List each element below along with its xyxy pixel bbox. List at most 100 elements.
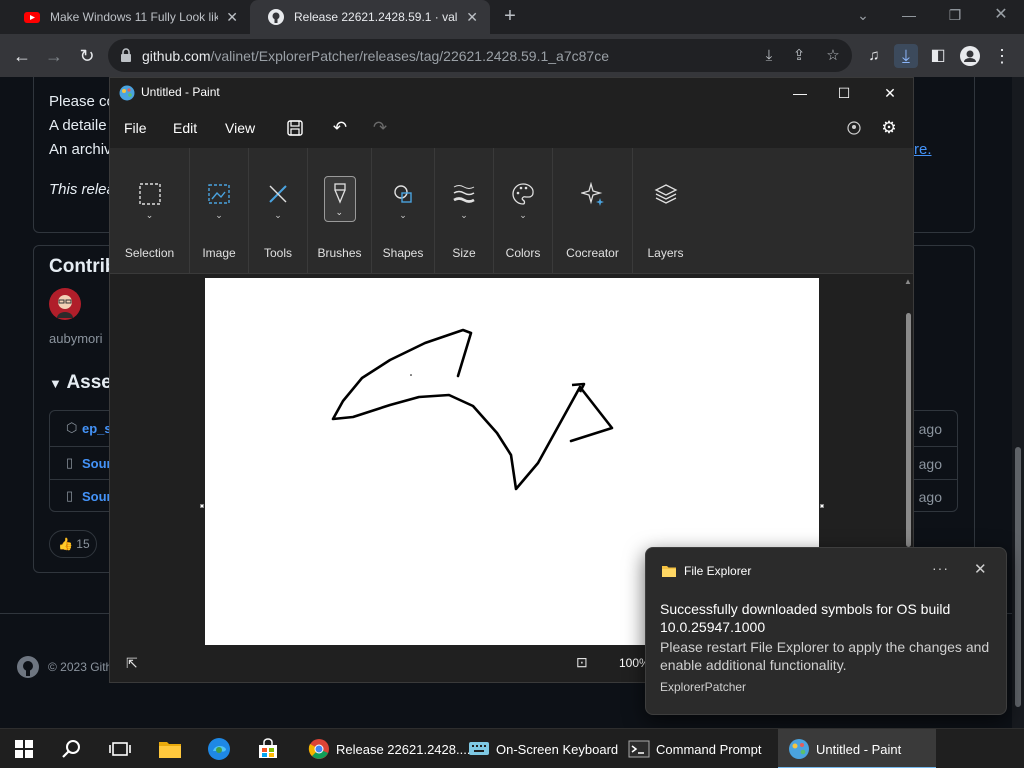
paint-ribbon: ⌄ Selection ⌄ Image ⌄ Tools ⌄ Brushes ⌄ … bbox=[110, 148, 913, 274]
share-icon[interactable]: ⇪ bbox=[790, 47, 808, 65]
side-panel-icon[interactable]: ◧ bbox=[926, 44, 950, 68]
paint-maximize-button[interactable]: ☐ bbox=[821, 81, 867, 105]
microsoft-store-icon[interactable] bbox=[256, 737, 280, 761]
address-bar[interactable]: github.com/valinet/ExplorerPatcher/relea… bbox=[108, 39, 852, 72]
brush-icon bbox=[333, 183, 346, 204]
notification-title: Successfully downloaded symbols for OS b… bbox=[660, 601, 951, 635]
new-tab-button[interactable]: + bbox=[500, 6, 520, 26]
release-italic-note: This relea bbox=[49, 181, 115, 198]
ribbon-colors[interactable]: ⌄ Colors bbox=[494, 148, 553, 274]
taskbar-app-cmd[interactable]: Command Prompt bbox=[618, 729, 778, 768]
chevron-down-icon: ⌄ bbox=[399, 210, 407, 220]
menu-file[interactable]: File bbox=[124, 120, 147, 136]
taskbar-app-chrome[interactable]: Release 22621.2428.... bbox=[298, 729, 470, 768]
scrollbar-thumb[interactable] bbox=[906, 313, 911, 547]
notification-body: Please restart File Explorer to apply th… bbox=[660, 639, 990, 673]
task-view-icon[interactable] bbox=[108, 737, 132, 761]
keyboard-icon bbox=[469, 742, 489, 755]
ribbon-label: Selection bbox=[124, 246, 175, 260]
youtube-icon bbox=[24, 12, 40, 23]
ribbon-brushes[interactable]: ⌄ Brushes bbox=[308, 148, 372, 274]
chevron-down-icon: ⌄ bbox=[274, 210, 282, 220]
tab-title: Make Windows 11 Fully Look lik bbox=[50, 10, 219, 24]
taskbar-app-osk[interactable]: On-Screen Keyboard bbox=[458, 729, 618, 768]
sparkle-icon bbox=[580, 182, 604, 206]
chevron-down-icon: ⌄ bbox=[145, 210, 154, 220]
install-app-icon[interactable]: ⤓ bbox=[760, 47, 778, 65]
github-icon bbox=[268, 9, 284, 25]
menu-edit[interactable]: Edit bbox=[173, 120, 197, 136]
page-scrollbar[interactable] bbox=[1012, 77, 1024, 728]
paint-title: Untitled - Paint bbox=[141, 85, 220, 99]
account-icon[interactable] bbox=[843, 117, 865, 139]
ribbon-image[interactable]: ⌄ Image bbox=[190, 148, 249, 274]
taskbar-app-paint[interactable]: Untitled - Paint bbox=[778, 729, 936, 768]
ribbon-label: Shapes bbox=[382, 246, 424, 260]
chevron-down-icon: ⌄ bbox=[215, 210, 223, 220]
lock-icon[interactable] bbox=[120, 48, 132, 62]
back-arrow-icon[interactable]: ← bbox=[10, 44, 34, 68]
scroll-up-icon[interactable]: ▲ bbox=[904, 277, 912, 286]
tools-pencil-icon bbox=[269, 185, 287, 203]
ribbon-cocreator[interactable]: Cocreator bbox=[553, 148, 633, 274]
close-window-button[interactable]: ✕ bbox=[978, 4, 1024, 28]
resize-handle[interactable] bbox=[200, 504, 204, 508]
profile-icon[interactable] bbox=[958, 44, 982, 68]
taskbar-app-label: Release 22621.2428.... bbox=[336, 741, 471, 757]
downloads-icon[interactable]: ⤓ bbox=[894, 44, 918, 68]
fit-to-window-icon[interactable]: ⊡ bbox=[576, 654, 588, 671]
chrome-menu-icon[interactable]: ⋮ bbox=[990, 44, 1014, 68]
ribbon-tools[interactable]: ⌄ Tools bbox=[249, 148, 308, 274]
footer-copyright: © 2023 Gith bbox=[48, 660, 113, 674]
reload-icon[interactable]: ↻ bbox=[75, 44, 99, 68]
notification-close-icon[interactable]: ✕ bbox=[974, 560, 987, 578]
search-icon[interactable] bbox=[60, 737, 84, 761]
forward-arrow-icon[interactable]: → bbox=[42, 44, 66, 68]
ribbon-label: Size bbox=[452, 246, 476, 260]
tab-youtube[interactable]: Make Windows 11 Fully Look lik ✕ bbox=[6, 0, 250, 34]
release-text-line: A detaile bbox=[49, 117, 107, 134]
tab-search-icon[interactable]: ⌄ bbox=[840, 4, 886, 28]
restore-button[interactable]: ❐ bbox=[932, 4, 978, 28]
file-explorer-icon[interactable] bbox=[158, 737, 182, 761]
release-link[interactable]: re. bbox=[914, 141, 932, 158]
chrome-icon bbox=[308, 739, 329, 759]
save-icon[interactable] bbox=[284, 117, 306, 139]
brush-selected-box[interactable]: ⌄ bbox=[323, 176, 356, 222]
edge-browser-icon[interactable] bbox=[207, 737, 231, 761]
chevron-down-icon: ⌄ bbox=[335, 207, 344, 217]
notification-app-name: File Explorer bbox=[684, 564, 752, 578]
close-tab-icon[interactable]: ✕ bbox=[466, 9, 478, 26]
scrollbar-thumb[interactable] bbox=[1015, 447, 1021, 707]
menu-view[interactable]: View bbox=[225, 120, 255, 136]
settings-gear-icon[interactable]: ⚙ bbox=[878, 117, 900, 139]
taskbar-app-label: Command Prompt bbox=[656, 741, 762, 757]
notification-toast[interactable]: File Explorer ··· ✕ Successfully downloa… bbox=[645, 547, 1007, 715]
paint-icon bbox=[789, 739, 809, 759]
paint-menu-bar: File Edit View ↶ ↷ ⚙ bbox=[110, 108, 913, 148]
github-logo-icon[interactable] bbox=[16, 655, 40, 679]
windows-start-icon[interactable] bbox=[12, 737, 36, 761]
resize-handle[interactable] bbox=[820, 504, 824, 508]
close-tab-icon[interactable]: ✕ bbox=[226, 9, 238, 26]
media-control-icon[interactable]: ♫ bbox=[862, 44, 886, 68]
selection-rect-icon bbox=[138, 183, 161, 205]
ribbon-shapes[interactable]: ⌄ Shapes bbox=[372, 148, 435, 274]
taskbar-app-label: Untitled - Paint bbox=[816, 741, 902, 757]
chevron-down-icon: ⌄ bbox=[519, 210, 527, 220]
undo-icon[interactable]: ↶ bbox=[329, 117, 351, 139]
minimize-button[interactable]: — bbox=[886, 4, 932, 28]
taskbar-app-label: On-Screen Keyboard bbox=[496, 741, 619, 757]
tab-github-release[interactable]: Release 22621.2428.59.1 · valine ✕ bbox=[250, 0, 490, 34]
paint-title-bar[interactable]: Untitled - Paint — ☐ ✕ bbox=[110, 78, 913, 108]
bookmark-star-icon[interactable]: ☆ bbox=[824, 47, 842, 65]
ribbon-layers[interactable]: Layers bbox=[633, 148, 698, 274]
redo-icon[interactable]: ↷ bbox=[369, 117, 391, 139]
ribbon-selection[interactable]: ⌄ Selection bbox=[110, 148, 190, 274]
ribbon-label: Colors bbox=[505, 246, 541, 260]
ribbon-size[interactable]: ⌄ Size bbox=[435, 148, 494, 274]
paint-close-button[interactable]: ✕ bbox=[867, 81, 913, 105]
more-options-icon[interactable]: ··· bbox=[932, 560, 949, 576]
url-text[interactable]: github.com/valinet/ExplorerPatcher/relea… bbox=[142, 48, 609, 64]
paint-minimize-button[interactable]: — bbox=[777, 81, 823, 105]
